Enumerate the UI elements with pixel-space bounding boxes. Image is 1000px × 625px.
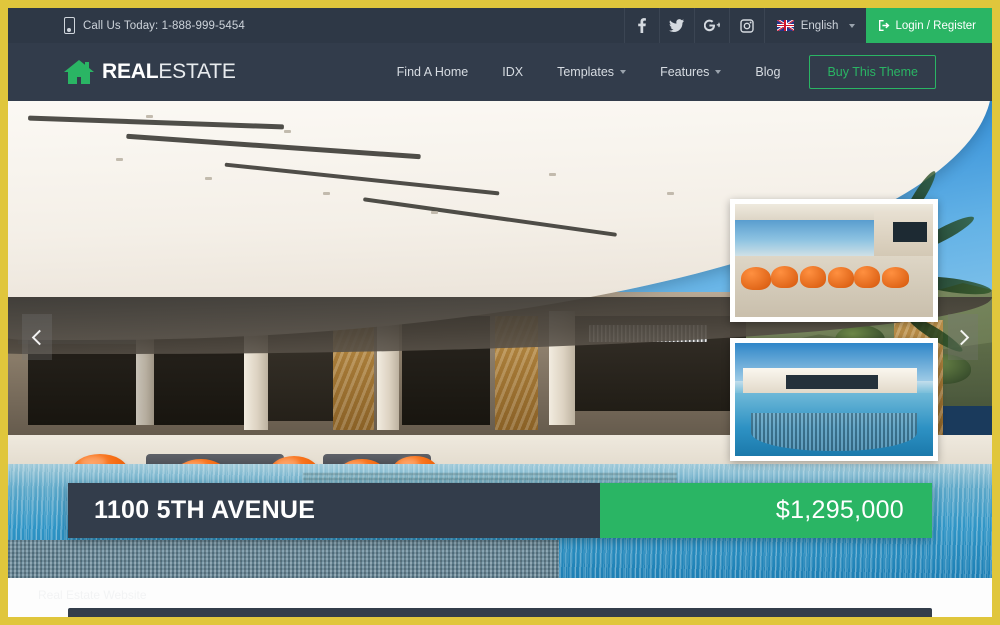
house-icon: [64, 60, 94, 84]
hero-prev-button[interactable]: [22, 314, 52, 360]
google-plus-icon[interactable]: [693, 8, 729, 43]
page-root: Call Us Today: 1-888-999-5454 English Lo…: [8, 8, 992, 617]
listing-price: $1,295,000: [775, 496, 904, 524]
buy-this-theme-button[interactable]: Buy This Theme: [809, 55, 936, 89]
chevron-down-icon: [849, 23, 856, 28]
hero-thumbnails: [730, 199, 938, 461]
language-selector[interactable]: English: [763, 8, 867, 43]
top-bar-right: English Login / Register: [623, 8, 992, 43]
hero-slider: 1100 5TH AVENUE $1,295,000: [8, 101, 992, 578]
language-label: English: [800, 19, 839, 32]
chevron-right-icon: [953, 329, 969, 345]
downlight: [283, 129, 291, 133]
instagram-icon[interactable]: [728, 8, 764, 43]
listing-address-block[interactable]: 1100 5TH AVENUE: [68, 483, 600, 538]
property-search-panel[interactable]: [68, 608, 932, 617]
login-icon: [879, 20, 890, 31]
logo-text-light: ESTATE: [158, 60, 236, 83]
below-hero-section: Real Estate Website: [8, 578, 992, 617]
downlight: [322, 191, 330, 195]
top-bar-left: Call Us Today: 1-888-999-5454: [8, 8, 624, 43]
nav-label: IDX: [502, 65, 524, 79]
top-bar: Call Us Today: 1-888-999-5454 English Lo…: [8, 8, 992, 43]
login-register-button[interactable]: Login / Register: [866, 8, 992, 43]
chevron-down-icon: [620, 70, 627, 74]
nav-label: Templates: [557, 65, 615, 79]
faint-caption: Real Estate Website: [38, 588, 147, 602]
nav-label: Features: [660, 65, 710, 79]
downlight: [667, 191, 675, 195]
logo-text-bold: REAL: [102, 60, 159, 83]
twitter-icon[interactable]: [658, 8, 694, 43]
phone-text: Call Us Today: 1-888-999-5454: [83, 19, 245, 32]
site-header: REALESTATE Find A Home IDX Templates Fea…: [8, 43, 992, 101]
listing-price-block[interactable]: $1,295,000: [600, 483, 932, 538]
downlight: [145, 115, 153, 119]
facebook-icon[interactable]: [623, 8, 659, 43]
logo-text: REALESTATE: [102, 60, 236, 84]
nav-item-features[interactable]: Features: [643, 65, 738, 79]
main-navigation: Find A Home IDX Templates Features Blog …: [380, 55, 992, 89]
chevron-down-icon: [715, 70, 722, 74]
pool-mosaic-tile: [8, 539, 560, 578]
nav-label: Blog: [755, 65, 781, 79]
login-register-label: Login / Register: [895, 19, 976, 32]
downlight: [116, 158, 124, 162]
thumbnail-living-room[interactable]: [730, 199, 938, 322]
listing-banner: 1100 5TH AVENUE $1,295,000: [68, 483, 932, 538]
nav-item-templates[interactable]: Templates: [540, 65, 643, 79]
nav-item-idx[interactable]: IDX: [485, 65, 540, 79]
site-logo[interactable]: REALESTATE: [8, 59, 236, 85]
nav-label: Find A Home: [396, 65, 469, 79]
downlight: [431, 210, 439, 214]
page-gold-frame: Call Us Today: 1-888-999-5454 English Lo…: [0, 0, 1000, 625]
mobile-phone-icon: [64, 17, 75, 34]
nav-item-blog[interactable]: Blog: [738, 65, 797, 79]
downlight: [204, 177, 212, 181]
chevron-left-icon: [31, 329, 47, 345]
listing-address: 1100 5TH AVENUE: [94, 496, 316, 524]
downlight: [549, 172, 557, 176]
hero-next-button[interactable]: [948, 314, 978, 360]
nav-item-find-a-home[interactable]: Find A Home: [380, 65, 486, 79]
uk-flag-icon: [776, 20, 794, 31]
thumbnail-pool-exterior[interactable]: [730, 338, 938, 461]
